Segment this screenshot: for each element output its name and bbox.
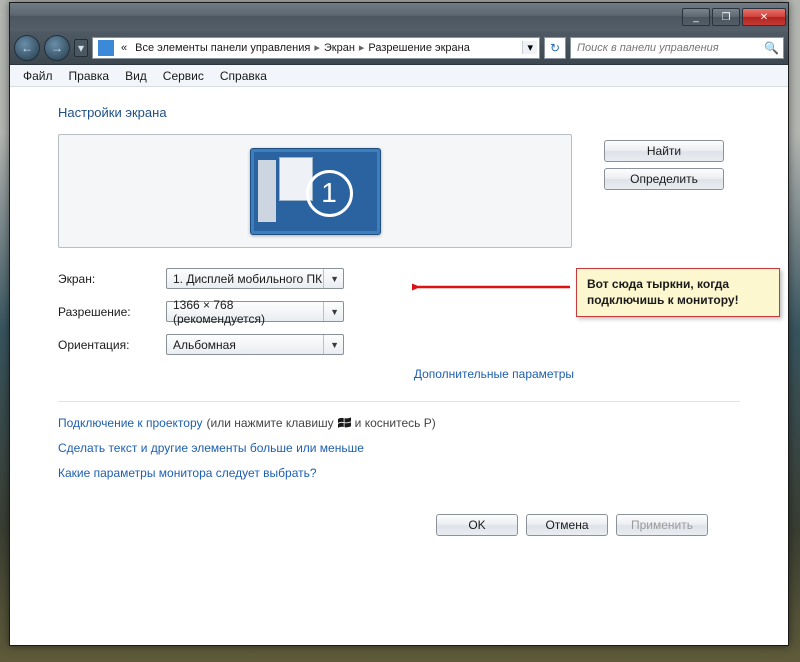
display-settings-window: _ ❐ ✕ ← → ▾ « Все элементы панели управл… — [9, 2, 789, 646]
projector-link[interactable]: Подключение к проектору — [58, 416, 203, 430]
address-dropdown[interactable]: ▾ — [522, 41, 537, 54]
help-links: Подключение к проектору (или нажмите кла… — [58, 416, 740, 480]
menubar: Файл Правка Вид Сервис Справка — [10, 65, 788, 87]
windows-key-icon — [338, 417, 351, 429]
menu-file[interactable]: Файл — [16, 67, 60, 85]
projector-hint-a: (или нажмите клавишу — [207, 416, 334, 430]
monitor-thumbnail[interactable]: 1 — [250, 148, 381, 235]
breadcrumb-item[interactable]: Все элементы панели управления — [131, 42, 314, 54]
chevron-down-icon: ▼ — [323, 335, 339, 354]
ok-button[interactable]: OK — [436, 514, 518, 536]
menu-edit[interactable]: Правка — [62, 67, 117, 85]
annotation-callout: Вот сюда тыркни, когдаподключишь к монит… — [576, 268, 780, 317]
menu-tools[interactable]: Сервис — [156, 67, 211, 85]
find-button[interactable]: Найти — [604, 140, 724, 162]
orientation-combo[interactable]: Альбомная ▼ — [166, 334, 344, 355]
control-panel-icon — [98, 40, 114, 56]
orientation-label: Ориентация: — [58, 338, 166, 352]
resolution-label: Разрешение: — [58, 305, 166, 319]
chevron-down-icon: ▼ — [323, 269, 339, 288]
titlebar: _ ❐ ✕ — [10, 3, 788, 31]
screen-combo-value: 1. Дисплей мобильного ПК — [173, 272, 322, 286]
textsize-link[interactable]: Сделать текст и другие элементы больше и… — [58, 441, 364, 455]
breadcrumb-prefix: « — [117, 42, 131, 54]
breadcrumb[interactable]: « Все элементы панели управления▸ Экран▸… — [92, 37, 540, 59]
nav-back-button[interactable]: ← — [14, 35, 40, 61]
menu-view[interactable]: Вид — [118, 67, 154, 85]
cancel-button[interactable]: Отмена — [526, 514, 608, 536]
minimize-button[interactable]: _ — [682, 8, 710, 26]
search-box[interactable]: 🔍 — [570, 37, 784, 59]
projector-hint-b: и коснитесь P) — [355, 416, 436, 430]
refresh-button[interactable]: ↻ — [544, 37, 566, 59]
nav-history-dropdown[interactable]: ▾ — [74, 39, 88, 57]
annotation-arrow — [412, 279, 572, 295]
taskbar-mock — [258, 160, 276, 222]
close-button[interactable]: ✕ — [742, 8, 786, 26]
dialog-buttons: OK Отмена Применить — [58, 514, 740, 536]
menu-help[interactable]: Справка — [213, 67, 274, 85]
apply-button[interactable]: Применить — [616, 514, 708, 536]
content-area: Настройки экрана 1 Найти Определить Экра… — [10, 87, 788, 645]
screen-label: Экран: — [58, 272, 166, 286]
resolution-combo[interactable]: 1366 × 768 (рекомендуется) ▼ — [166, 301, 344, 322]
orientation-combo-value: Альбомная — [173, 338, 236, 352]
breadcrumb-item[interactable]: Экран — [320, 42, 359, 54]
search-icon[interactable]: 🔍 — [764, 41, 779, 55]
monitor-preview-area[interactable]: 1 — [58, 134, 572, 248]
advanced-settings-link[interactable]: Дополнительные параметры — [414, 367, 574, 381]
screen-combo[interactable]: 1. Дисплей мобильного ПК ▼ — [166, 268, 344, 289]
breadcrumb-item[interactable]: Разрешение экрана — [364, 42, 473, 54]
search-input[interactable] — [575, 41, 764, 55]
detect-button[interactable]: Определить — [604, 168, 724, 190]
monitor-params-link[interactable]: Какие параметры монитора следует выбрать… — [58, 466, 317, 480]
maximize-button[interactable]: ❐ — [712, 8, 740, 26]
resolution-combo-value: 1366 × 768 (рекомендуется) — [173, 298, 323, 326]
nav-forward-button[interactable]: → — [44, 35, 70, 61]
display-number-badge: 1 — [306, 170, 353, 217]
chevron-down-icon: ▼ — [323, 302, 339, 321]
separator — [58, 401, 740, 402]
page-title: Настройки экрана — [58, 105, 740, 120]
navbar: ← → ▾ « Все элементы панели управления▸ … — [10, 31, 788, 65]
